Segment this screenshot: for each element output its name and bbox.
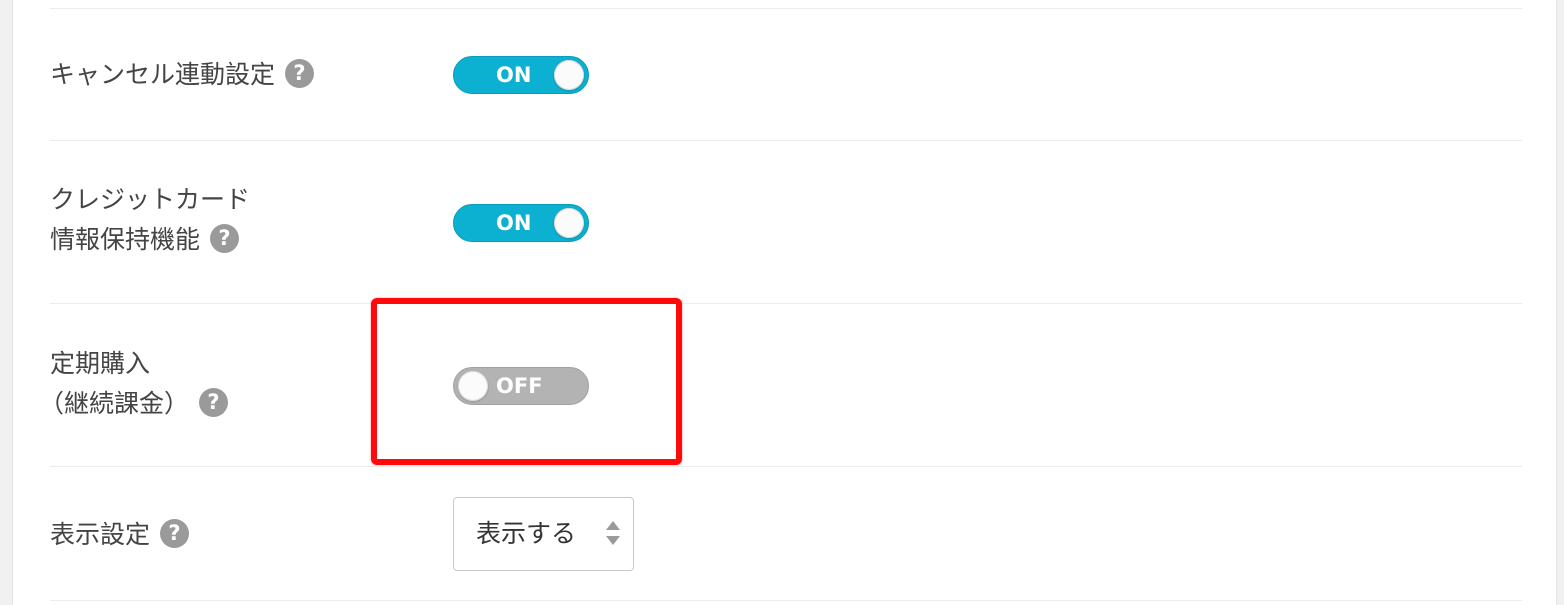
question-circle-icon[interactable]: ? <box>210 223 240 253</box>
cancel-link-toggle[interactable]: ON <box>453 56 589 94</box>
cancel-link-setting-label: キャンセル連動設定? <box>50 52 315 98</box>
updown-arrows-icon <box>606 521 620 547</box>
toggle-knob <box>554 208 584 238</box>
credit-card-retention-label-line2: 情報保持機能? <box>50 217 240 263</box>
credit-card-label-line1: クレジットカード <box>50 185 251 214</box>
toggle-knob <box>554 60 584 90</box>
question-circle-icon[interactable]: ? <box>199 387 229 417</box>
subscription-label-line2: （継続課金） <box>39 389 190 418</box>
row-divider <box>50 466 1522 467</box>
settings-panel: キャンセル連動設定? ON クレジットカード 情報保持機能? ON 定期購入 （… <box>12 0 1557 605</box>
toggle-state-text: ON <box>496 63 532 87</box>
question-circle-icon[interactable]: ? <box>160 518 190 548</box>
row-divider <box>50 140 1522 141</box>
row-divider <box>50 600 1522 601</box>
credit-card-retention-toggle[interactable]: ON <box>453 204 589 242</box>
display-setting-select[interactable]: 表示する <box>453 497 634 571</box>
display-label-text: 表示設定 <box>50 520 151 549</box>
subscription-label-line2-row: （継続課金）? <box>39 381 229 427</box>
credit-card-label-line2: 情報保持機能 <box>50 225 201 254</box>
highlight-box <box>371 298 682 465</box>
display-setting-label: 表示設定? <box>50 512 190 558</box>
toggle-state-text: ON <box>496 211 532 235</box>
row-divider <box>50 303 1522 304</box>
subscription-label-line1: 定期購入 <box>50 349 151 378</box>
question-circle-icon[interactable]: ? <box>285 58 315 88</box>
row-divider <box>50 8 1522 9</box>
select-value: 表示する <box>476 519 577 548</box>
cancel-link-label-text: キャンセル連動設定 <box>50 60 276 89</box>
